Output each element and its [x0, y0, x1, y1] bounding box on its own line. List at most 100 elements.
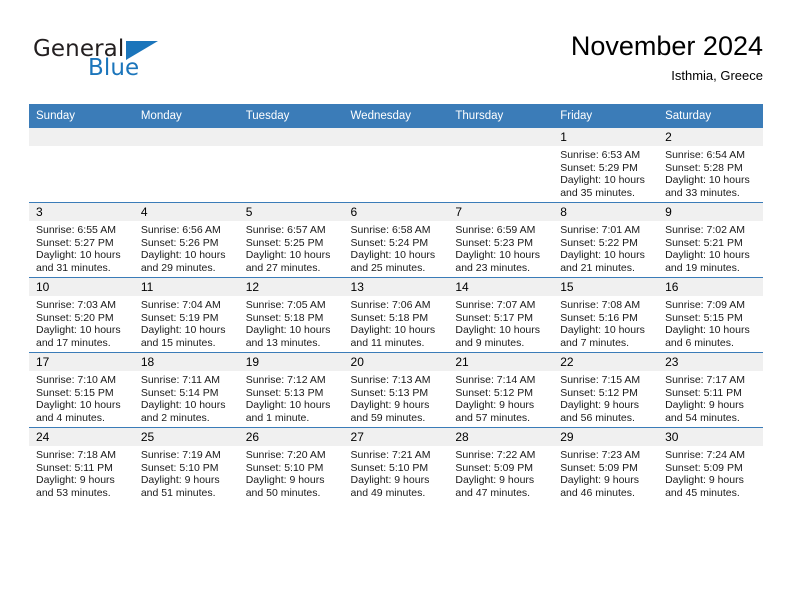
- calendar-day-cell[interactable]: 4 Sunrise: 6:56 AM Sunset: 5:26 PM Daylight…: [133, 202, 239, 278]
- day-details: Sunrise: 7:20 AM Sunset: 5:10 PM Daylight:…: [239, 446, 344, 499]
- day-cell-content: 30 Sunrise: 7:24 AM Sunset: 5:09 PM Dayligh…: [658, 428, 763, 502]
- daylight-text-line2: and 35 minutes.: [560, 186, 635, 199]
- calendar-cell-empty: [343, 128, 449, 203]
- calendar-day-cell[interactable]: 8 Sunrise: 7:01 AM Sunset: 5:22 PM Daylight…: [553, 202, 659, 278]
- calendar-day-cell[interactable]: 2 Sunrise: 6:54 AM Sunset: 5:28 PM Daylight…: [658, 128, 763, 203]
- calendar-week-row: 24 Sunrise: 7:18 AM Sunset: 5:11 PM Dayligh…: [29, 427, 763, 502]
- sunrise-text: Sunrise: 6:57 AM: [245, 224, 326, 236]
- day-details: Sunrise: 7:19 AM Sunset: 5:10 PM Daylight:…: [134, 446, 239, 499]
- day-cell-content: 1 Sunrise: 6:53 AM Sunset: 5:29 PM Daylight…: [553, 128, 659, 202]
- calendar-day-cell[interactable]: 15 Sunrise: 7:08 AM Sunset: 5:16 PM Dayligh…: [553, 277, 659, 353]
- day-number: [133, 128, 239, 146]
- day-cell-content: 25 Sunrise: 7:19 AM Sunset: 5:10 PM Dayligh…: [133, 428, 239, 502]
- daylight-text-line1: Daylight: 10 hours: [140, 399, 226, 412]
- calendar-cell-empty: [448, 128, 554, 203]
- day-cell-content: 4 Sunrise: 6:56 AM Sunset: 5:26 PM Daylight…: [133, 203, 239, 277]
- calendar-day-cell[interactable]: 17 Sunrise: 7:10 AM Sunset: 5:15 PM Dayligh…: [29, 352, 134, 428]
- day-details: Sunrise: 7:09 AM Sunset: 5:15 PM Daylight:…: [658, 296, 763, 349]
- calendar-day-cell[interactable]: 18 Sunrise: 7:11 AM Sunset: 5:14 PM Dayligh…: [133, 352, 239, 428]
- sunset-text: Sunset: 5:28 PM: [665, 161, 743, 174]
- daylight-text-line2: and 50 minutes.: [245, 486, 321, 499]
- calendar-day-cell[interactable]: 7 Sunrise: 6:59 AM Sunset: 5:23 PM Daylight…: [448, 202, 554, 278]
- daylight-text-line1: Daylight: 9 hours: [350, 474, 430, 487]
- daylight-text-line2: and 19 minutes.: [665, 261, 740, 274]
- calendar-day-cell[interactable]: 21 Sunrise: 7:14 AM Sunset: 5:12 PM Dayligh…: [448, 352, 554, 428]
- calendar-day-cell[interactable]: 16 Sunrise: 7:09 AM Sunset: 5:15 PM Dayligh…: [658, 277, 763, 353]
- day-details: Sunrise: 7:04 AM Sunset: 5:19 PM Daylight:…: [134, 296, 239, 349]
- weekday-header-friday: Friday: [553, 104, 659, 128]
- logo-text-blue: Blue: [88, 55, 140, 81]
- daylight-text-line1: Daylight: 9 hours: [350, 399, 430, 412]
- day-number: 20: [343, 353, 449, 371]
- calendar-day-cell[interactable]: 5 Sunrise: 6:57 AM Sunset: 5:25 PM Daylight…: [238, 202, 344, 278]
- day-number: [448, 128, 554, 146]
- daylight-text-line1: Daylight: 10 hours: [665, 324, 750, 337]
- calendar-day-cell[interactable]: 29 Sunrise: 7:23 AM Sunset: 5:09 PM Dayligh…: [553, 427, 659, 502]
- calendar-day-cell[interactable]: 27 Sunrise: 7:21 AM Sunset: 5:10 PM Dayligh…: [343, 427, 449, 502]
- day-number: 30: [658, 428, 763, 446]
- daylight-text-line1: Daylight: 9 hours: [665, 399, 744, 412]
- sunrise-text: Sunrise: 6:58 AM: [350, 224, 431, 236]
- day-cell-content: [238, 128, 344, 202]
- calendar-day-cell[interactable]: 1 Sunrise: 6:53 AM Sunset: 5:29 PM Daylight…: [553, 128, 659, 203]
- calendar-day-cell[interactable]: 26 Sunrise: 7:20 AM Sunset: 5:10 PM Dayligh…: [238, 427, 344, 502]
- day-number: 6: [343, 203, 449, 221]
- daylight-text-line2: and 7 minutes.: [560, 336, 630, 349]
- calendar-day-cell[interactable]: 3 Sunrise: 6:55 AM Sunset: 5:27 PM Daylight…: [29, 202, 134, 278]
- daylight-text-line2: and 11 minutes.: [350, 336, 425, 349]
- calendar-day-cell[interactable]: 23 Sunrise: 7:17 AM Sunset: 5:11 PM Dayligh…: [658, 352, 763, 428]
- calendar-day-cell[interactable]: 28 Sunrise: 7:22 AM Sunset: 5:09 PM Dayligh…: [448, 427, 554, 502]
- calendar-day-cell[interactable]: 25 Sunrise: 7:19 AM Sunset: 5:10 PM Dayligh…: [133, 427, 239, 502]
- day-cell-content: 15 Sunrise: 7:08 AM Sunset: 5:16 PM Dayligh…: [553, 278, 659, 352]
- daylight-text-line1: Daylight: 10 hours: [140, 249, 226, 262]
- calendar-day-cell[interactable]: 22 Sunrise: 7:15 AM Sunset: 5:12 PM Dayligh…: [553, 352, 659, 428]
- weekday-header-monday: Monday: [133, 104, 239, 128]
- calendar-day-cell[interactable]: 20 Sunrise: 7:13 AM Sunset: 5:13 PM Dayligh…: [343, 352, 449, 428]
- calendar-day-cell[interactable]: 24 Sunrise: 7:18 AM Sunset: 5:11 PM Dayligh…: [29, 427, 134, 502]
- calendar-day-cell[interactable]: 12 Sunrise: 7:05 AM Sunset: 5:18 PM Dayligh…: [238, 277, 344, 353]
- day-cell-content: 14 Sunrise: 7:07 AM Sunset: 5:17 PM Dayligh…: [448, 278, 554, 352]
- calendar-day-cell[interactable]: 9 Sunrise: 7:02 AM Sunset: 5:21 PM Daylight…: [658, 202, 763, 278]
- day-cell-content: 21 Sunrise: 7:14 AM Sunset: 5:12 PM Dayligh…: [448, 353, 554, 427]
- daylight-text-line2: and 6 minutes.: [665, 336, 734, 349]
- day-details: Sunrise: 7:06 AM Sunset: 5:18 PM Daylight:…: [344, 296, 449, 349]
- daylight-text-line2: and 15 minutes.: [140, 336, 216, 349]
- daylight-text-line1: Daylight: 10 hours: [455, 249, 541, 262]
- day-number: 9: [658, 203, 763, 221]
- day-number: 12: [238, 278, 344, 296]
- daylight-text-line2: and 1 minute.: [245, 411, 310, 424]
- day-number: 15: [553, 278, 659, 296]
- weekday-header-saturday: Saturday: [658, 104, 763, 128]
- weekday-header-row: Sunday Monday Tuesday Wednesday Thursday…: [29, 104, 763, 128]
- sunrise-text: Sunrise: 7:23 AM: [560, 449, 641, 461]
- calendar-day-cell[interactable]: 6 Sunrise: 6:58 AM Sunset: 5:24 PM Daylight…: [343, 202, 449, 278]
- sunrise-text: Sunrise: 7:21 AM: [350, 449, 431, 461]
- calendar-day-cell[interactable]: 10 Sunrise: 7:03 AM Sunset: 5:20 PM Dayligh…: [29, 277, 134, 353]
- daylight-text-line1: Daylight: 9 hours: [455, 474, 535, 487]
- sunrise-text: Sunrise: 7:09 AM: [665, 299, 746, 311]
- day-number: 14: [448, 278, 554, 296]
- daylight-text-line1: Daylight: 10 hours: [560, 249, 645, 262]
- day-number: [343, 128, 449, 146]
- sunrise-text: Sunrise: 7:03 AM: [36, 299, 116, 311]
- sunset-text: Sunset: 5:21 PM: [665, 236, 743, 249]
- calendar-day-cell[interactable]: 13 Sunrise: 7:06 AM Sunset: 5:18 PM Dayligh…: [343, 277, 449, 353]
- day-cell-content: 5 Sunrise: 6:57 AM Sunset: 5:25 PM Daylight…: [238, 203, 344, 277]
- day-details: Sunrise: 7:03 AM Sunset: 5:20 PM Daylight:…: [29, 296, 134, 349]
- sunrise-text: Sunrise: 7:22 AM: [455, 449, 536, 461]
- day-cell-content: 27 Sunrise: 7:21 AM Sunset: 5:10 PM Dayligh…: [343, 428, 449, 502]
- calendar-day-cell[interactable]: 14 Sunrise: 7:07 AM Sunset: 5:17 PM Dayligh…: [448, 277, 554, 353]
- calendar-day-cell[interactable]: 19 Sunrise: 7:12 AM Sunset: 5:13 PM Dayligh…: [238, 352, 344, 428]
- sunrise-text: Sunrise: 6:59 AM: [455, 224, 536, 236]
- calendar-day-cell[interactable]: 11 Sunrise: 7:04 AM Sunset: 5:19 PM Dayligh…: [133, 277, 239, 353]
- location-label: Isthmia, Greece: [671, 68, 763, 83]
- day-cell-content: 8 Sunrise: 7:01 AM Sunset: 5:22 PM Daylight…: [553, 203, 659, 277]
- calendar-day-cell[interactable]: 30 Sunrise: 7:24 AM Sunset: 5:09 PM Dayligh…: [658, 427, 763, 502]
- day-cell-content: 20 Sunrise: 7:13 AM Sunset: 5:13 PM Dayligh…: [343, 353, 449, 427]
- daylight-text-line1: Daylight: 10 hours: [665, 249, 750, 262]
- day-cell-content: 18 Sunrise: 7:11 AM Sunset: 5:14 PM Dayligh…: [133, 353, 239, 427]
- general-blue-logo[interactable]: General Blue: [29, 36, 239, 90]
- daylight-text-line2: and 57 minutes.: [455, 411, 531, 424]
- day-cell-content: 19 Sunrise: 7:12 AM Sunset: 5:13 PM Dayligh…: [238, 353, 344, 427]
- sunset-text: Sunset: 5:09 PM: [665, 461, 743, 474]
